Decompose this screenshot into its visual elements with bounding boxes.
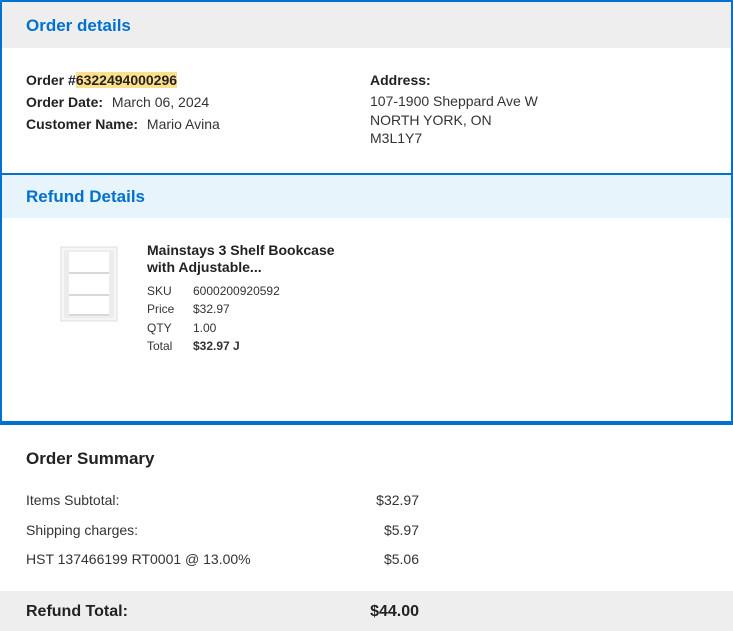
items-subtotal-value: $32.97: [376, 492, 419, 508]
customer-name-label: Customer Name:: [26, 116, 139, 132]
price-value: $32.97: [193, 302, 230, 316]
order-summary-title: Order Summary: [26, 449, 155, 468]
order-details-title: Order details: [26, 16, 131, 35]
qty-value: 1.00: [193, 321, 217, 335]
hst-value: $5.06: [383, 551, 419, 567]
address-line-3: M3L1Y7: [370, 130, 423, 146]
product-name-line-2: with Adjustable...: [147, 259, 262, 275]
order-date-row: Order Date: March 06, 2024: [26, 94, 209, 110]
customer-name: Mario Avina: [146, 116, 220, 132]
order-details-section: Order details Order #6322494000296 Order…: [0, 0, 733, 175]
order-number: 6322494000296: [75, 72, 178, 88]
sku-label: SKU: [147, 284, 172, 298]
order-details-header: Order details: [2, 2, 731, 48]
customer-name-row: Customer Name: Mario Avina: [26, 116, 220, 132]
sku-value: 6000200920592: [193, 284, 280, 298]
product-name-line-1: Mainstays 3 Shelf Bookcase: [147, 242, 335, 258]
address-label: Address:: [370, 72, 431, 88]
order-date-label: Order Date:: [26, 94, 104, 110]
refund-total-label: Refund Total:: [26, 603, 128, 620]
price-label: Price: [147, 302, 175, 316]
refund-details-section: Refund Details Mainstays 3 Shelf Bookcas…: [0, 173, 733, 423]
address-line-1: 107-1900 Sheppard Ave W: [370, 93, 538, 109]
item-total-label: Total: [147, 339, 173, 353]
refund-details-header: Refund Details: [2, 175, 731, 218]
shipping-charges-label: Shipping charges:: [26, 522, 139, 538]
order-summary-section: Order Summary Items Subtotal: $32.97 Shi…: [0, 423, 733, 631]
order-number-row: Order #6322494000296: [26, 72, 178, 88]
order-number-label: Order #: [26, 72, 76, 88]
address-line-2: NORTH YORK, ON: [370, 112, 492, 128]
hst-label: HST 137466199 RT0001 @ 13.00%: [26, 551, 251, 567]
bookcase-image[interactable]: [59, 245, 119, 323]
items-subtotal-label: Items Subtotal:: [26, 492, 120, 508]
qty-label: QTY: [147, 321, 172, 335]
refund-receipt: Order details Order #6322494000296 Order…: [0, 0, 733, 631]
refund-total-value: $44.00: [370, 603, 419, 620]
refund-details-title: Refund Details: [26, 187, 146, 206]
product-name[interactable]: Mainstays 3 Shelf Bookcase with Adjustab…: [147, 242, 347, 276]
refund-total-bar: Refund Total: $44.00: [0, 591, 733, 631]
shipping-charges-value: $5.97: [383, 522, 419, 538]
item-total-value: $32.97 J: [193, 339, 240, 353]
order-date: March 06, 2024: [111, 94, 210, 110]
